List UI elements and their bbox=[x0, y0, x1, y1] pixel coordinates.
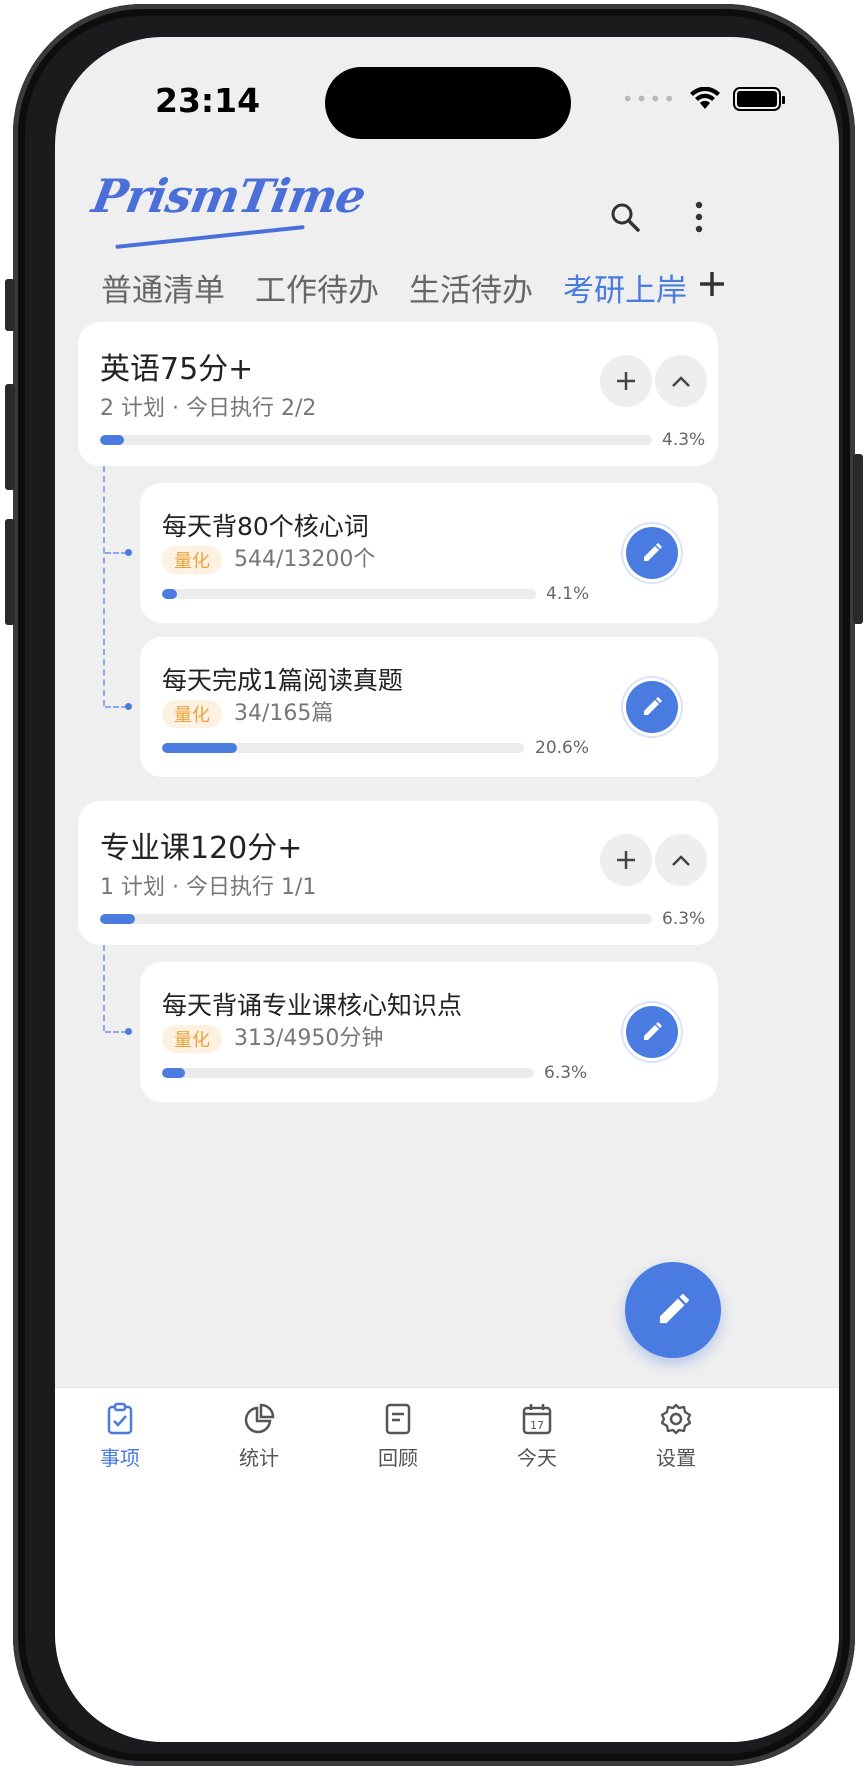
goal-progress-bar bbox=[100, 435, 652, 445]
plan-progress-bar bbox=[162, 589, 536, 599]
nav-label: 今天 bbox=[517, 1446, 557, 1470]
more-menu-button[interactable] bbox=[669, 187, 729, 247]
wifi-icon bbox=[690, 87, 720, 109]
goal-subtitle: 2 计划 · 今日执行 2/2 bbox=[100, 396, 317, 421]
phone-frame: 23:14 •••• PrismTime 普通清单 工作待办 生活待办 考研上岸… bbox=[5, 4, 863, 1766]
plan-progress-percent: 6.3% bbox=[544, 1063, 588, 1083]
goal-card[interactable]: 专业课120分+ 1 计划 · 今日执行 1/1 6.3% bbox=[78, 801, 718, 945]
goal-progress-percent: 6.3% bbox=[662, 909, 706, 929]
goal-card[interactable]: 英语75分+ 2 计划 · 今日执行 2/2 4.3% bbox=[78, 322, 718, 466]
tree-branch bbox=[105, 1028, 132, 1035]
bottom-nav: 事项 统计 回顾 17 今天 设置 bbox=[55, 1387, 839, 1742]
tree-connector bbox=[103, 466, 105, 706]
tab-work-todo[interactable]: 工作待办 bbox=[255, 265, 379, 328]
edit-plan-button[interactable] bbox=[626, 1006, 678, 1058]
tree-branch bbox=[105, 549, 132, 556]
edit-plan-button[interactable] bbox=[626, 681, 678, 733]
add-plan-button[interactable] bbox=[600, 834, 652, 886]
plan-count: 544/13200个 bbox=[234, 547, 376, 572]
plan-card[interactable]: 每天背诵专业课核心知识点 量化 313/4950分钟 6.3% bbox=[140, 962, 718, 1102]
nav-label: 回顾 bbox=[378, 1446, 418, 1470]
goal-progress-percent: 4.3% bbox=[662, 430, 706, 450]
status-indicators: •••• bbox=[621, 87, 785, 111]
search-button[interactable] bbox=[595, 187, 655, 247]
collapse-button[interactable] bbox=[655, 355, 707, 407]
tab-general-list[interactable]: 普通清单 bbox=[101, 265, 225, 328]
plus-icon bbox=[700, 272, 724, 296]
progress-fill bbox=[162, 589, 178, 599]
goal-title: 英语75分+ bbox=[100, 352, 254, 387]
plan-title: 每天背80个核心词 bbox=[162, 512, 369, 541]
progress-fill bbox=[100, 914, 135, 924]
plus-icon bbox=[617, 372, 635, 390]
plan-card[interactable]: 每天完成1篇阅读真题 量化 34/165篇 20.6% bbox=[140, 637, 718, 777]
calendar-icon: 17 bbox=[522, 1404, 552, 1435]
clipboard-check-icon bbox=[107, 1402, 133, 1435]
plan-title: 每天完成1篇阅读真题 bbox=[162, 666, 403, 695]
power-button bbox=[853, 454, 863, 624]
search-icon bbox=[611, 203, 640, 232]
nav-settings[interactable]: 设置 bbox=[626, 1402, 726, 1471]
quantified-badge: 量化 bbox=[162, 1025, 222, 1053]
plus-icon bbox=[617, 851, 635, 869]
tab-exam-prep[interactable]: 考研上岸 bbox=[563, 265, 687, 328]
screen: 23:14 •••• PrismTime 普通清单 工作待办 生活待办 考研上岸… bbox=[55, 37, 839, 1742]
nav-stats[interactable]: 统计 bbox=[209, 1402, 309, 1471]
pencil-icon bbox=[644, 697, 662, 715]
plan-count: 313/4950分钟 bbox=[234, 1026, 384, 1051]
app-logo: PrismTime bbox=[88, 169, 370, 223]
pencil-icon bbox=[644, 1022, 662, 1040]
pencil-icon bbox=[659, 1293, 690, 1324]
plan-progress-percent: 20.6% bbox=[535, 738, 590, 758]
nav-label: 事项 bbox=[100, 1446, 140, 1470]
chevron-up-icon bbox=[672, 855, 690, 866]
nav-label: 设置 bbox=[656, 1446, 696, 1470]
edit-plan-button[interactable] bbox=[626, 527, 678, 579]
progress-fill bbox=[162, 1068, 186, 1078]
plan-progress-bar bbox=[162, 743, 524, 753]
nav-label: 统计 bbox=[239, 1446, 279, 1470]
mute-switch bbox=[5, 279, 15, 331]
nav-today[interactable]: 17 今天 bbox=[487, 1402, 587, 1471]
nav-items[interactable]: 事项 bbox=[70, 1402, 170, 1471]
calendar-day: 17 bbox=[530, 1419, 544, 1432]
chevron-up-icon bbox=[672, 376, 690, 387]
quantified-badge: 量化 bbox=[162, 700, 222, 728]
goal-subtitle: 1 计划 · 今日执行 1/1 bbox=[100, 875, 317, 900]
tab-life-todo[interactable]: 生活待办 bbox=[409, 265, 533, 328]
dynamic-island bbox=[325, 67, 571, 139]
progress-fill bbox=[162, 743, 237, 753]
pie-chart-icon bbox=[244, 1403, 275, 1434]
add-tab-button[interactable] bbox=[687, 259, 737, 309]
more-vertical-icon bbox=[695, 201, 703, 233]
document-icon bbox=[385, 1403, 411, 1435]
plan-title: 每天背诵专业课核心知识点 bbox=[162, 991, 463, 1020]
goal-title: 专业课120分+ bbox=[100, 831, 303, 866]
signal-dots-icon: •••• bbox=[621, 87, 677, 111]
gear-icon bbox=[660, 1403, 692, 1435]
volume-up-button bbox=[5, 384, 15, 490]
tree-connector bbox=[103, 945, 105, 1031]
volume-down-button bbox=[5, 519, 15, 625]
plan-count: 34/165篇 bbox=[234, 701, 334, 726]
pencil-icon bbox=[644, 543, 662, 561]
new-item-fab[interactable] bbox=[625, 1262, 721, 1358]
logo-swoosh bbox=[115, 225, 305, 249]
quantified-badge: 量化 bbox=[162, 546, 222, 574]
goal-progress-bar bbox=[100, 914, 652, 924]
nav-review[interactable]: 回顾 bbox=[348, 1402, 448, 1471]
tree-branch bbox=[105, 703, 132, 710]
battery-icon bbox=[733, 87, 785, 111]
plan-progress-bar bbox=[162, 1068, 534, 1078]
status-time: 23:14 bbox=[155, 81, 261, 120]
list-tabs: 普通清单 工作待办 生活待办 考研上岸 bbox=[101, 265, 717, 328]
add-plan-button[interactable] bbox=[600, 355, 652, 407]
plan-card[interactable]: 每天背80个核心词 量化 544/13200个 4.1% bbox=[140, 483, 718, 623]
plan-progress-percent: 4.1% bbox=[546, 584, 590, 604]
collapse-button[interactable] bbox=[655, 834, 707, 886]
progress-fill bbox=[100, 435, 124, 445]
